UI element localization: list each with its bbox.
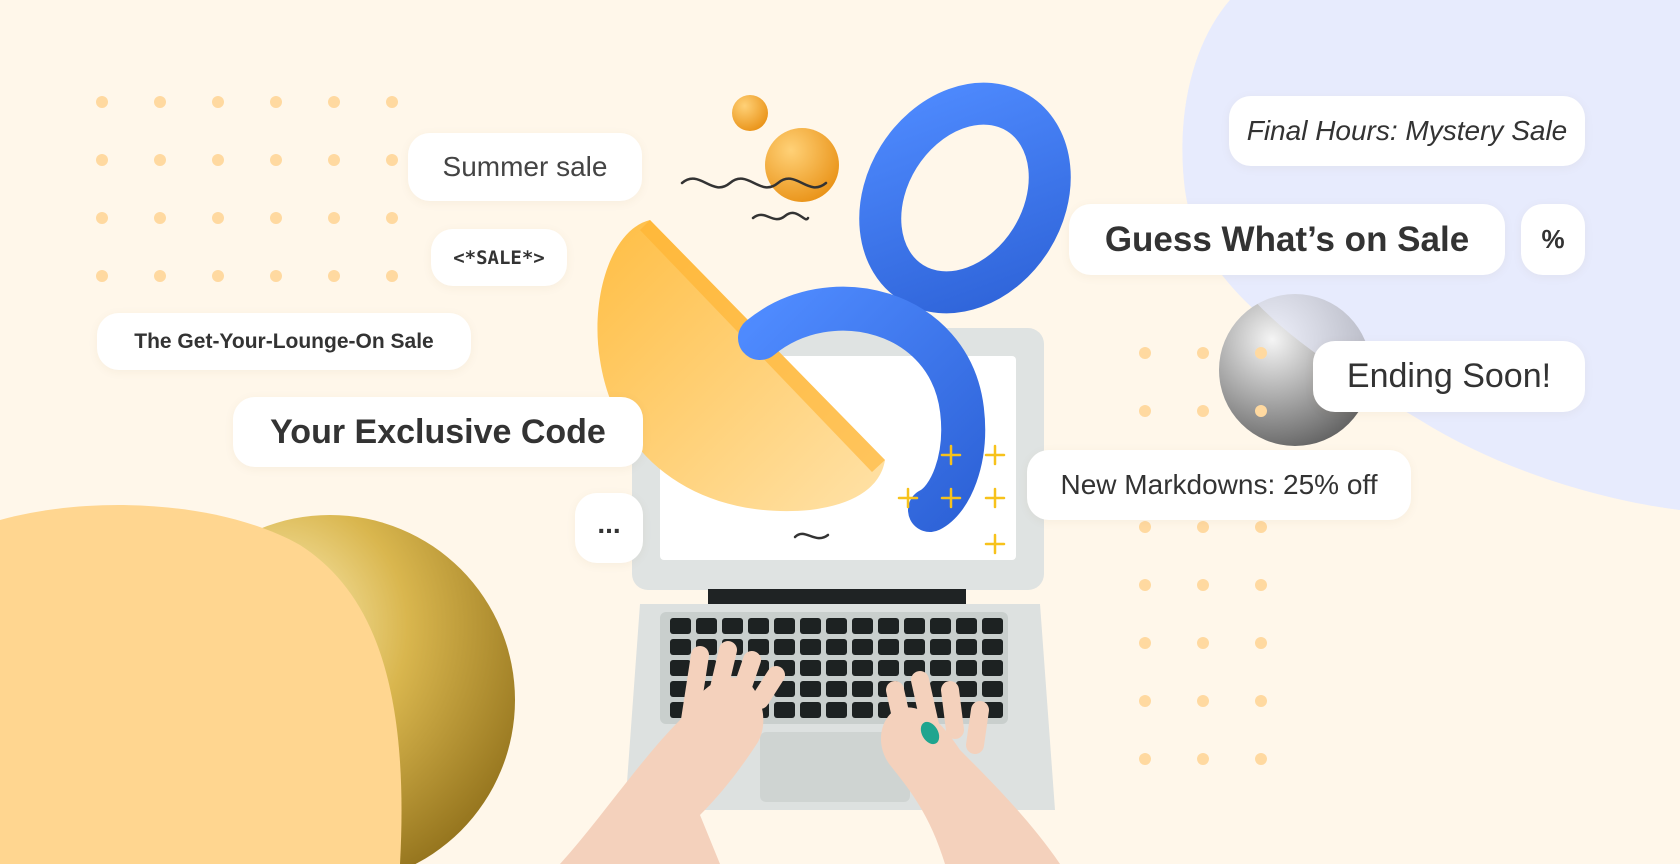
orange-sphere bbox=[765, 128, 839, 202]
percent-pill: % bbox=[1521, 204, 1585, 275]
orange-sphere-small bbox=[732, 95, 768, 131]
exclusive-code-label: Your Exclusive Code bbox=[270, 412, 606, 451]
wave-squiggle-small-icon bbox=[751, 211, 810, 221]
new-markdowns-label: New Markdowns: 25% off bbox=[1060, 469, 1378, 500]
ending-soon-label: Ending Soon! bbox=[1346, 357, 1552, 395]
lounge-sale-pill: The Get-Your-Lounge-On Sale bbox=[97, 313, 471, 370]
lounge-sale-label: The Get-Your-Lounge-On Sale bbox=[134, 329, 434, 353]
summer-sale-label: Summer sale bbox=[442, 151, 608, 182]
sale-tag-label: <*SALE*> bbox=[453, 246, 545, 269]
new-markdowns-pill: New Markdowns: 25% off bbox=[1027, 450, 1411, 520]
plus-icon bbox=[984, 533, 1006, 555]
plus-icon bbox=[984, 444, 1006, 466]
ellipsis-label: ... bbox=[597, 508, 621, 539]
final-hours-pill: Final Hours: Mystery Sale bbox=[1229, 96, 1585, 166]
half-disc-3d-icon bbox=[597, 220, 885, 512]
final-hours-label: Final Hours: Mystery Sale bbox=[1246, 115, 1568, 146]
sale-tag-pill: <*SALE*> bbox=[431, 229, 567, 286]
percent-label: % bbox=[1541, 224, 1565, 254]
plus-icon bbox=[984, 487, 1006, 509]
exclusive-code-pill: Your Exclusive Code bbox=[233, 397, 643, 467]
ellipsis-pill: ... bbox=[575, 493, 643, 563]
guess-whats-on-sale-label: Guess What’s on Sale bbox=[1104, 219, 1470, 259]
ring-3d-icon bbox=[859, 82, 1071, 314]
guess-whats-on-sale-pill: Guess What’s on Sale bbox=[1069, 204, 1505, 275]
summer-sale-pill: Summer sale bbox=[408, 133, 642, 201]
ending-soon-pill: Ending Soon! bbox=[1313, 341, 1585, 412]
